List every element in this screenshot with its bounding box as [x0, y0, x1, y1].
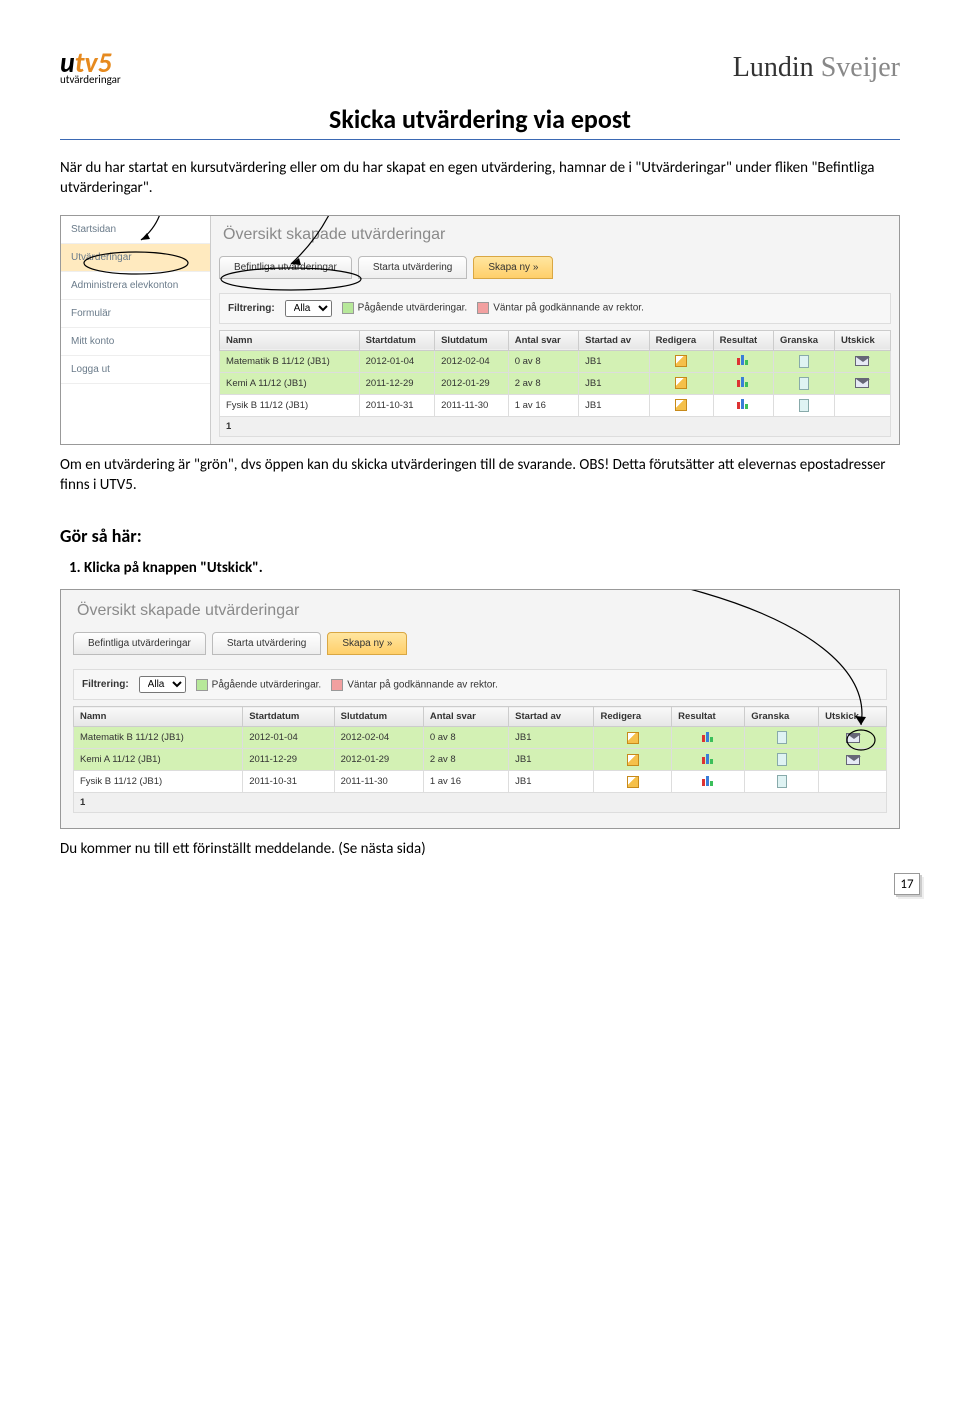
page-title: Skicka utvärdering via epost [60, 103, 900, 135]
sidebar-item-startsidan[interactable]: Startsidan [61, 216, 210, 244]
sidebar: Startsidan Utvärderingar Administrera el… [61, 216, 211, 444]
edit-icon[interactable] [675, 355, 687, 367]
chart-icon [701, 776, 715, 788]
chart-icon [736, 355, 750, 367]
filter-select-2[interactable]: Alla [139, 676, 186, 693]
doc-icon[interactable] [799, 355, 809, 368]
paragraph-next: Du kommer nu till ett förinställt meddel… [60, 839, 900, 859]
paragraph-green: Om en utvärdering är "grön", dvs öppen k… [60, 455, 900, 496]
sidebar-item-loggaut[interactable]: Logga ut [61, 356, 210, 384]
filter-bar-2: Filtrering: Alla Pågående utvärderingar.… [73, 669, 887, 700]
table-row: Matematik B 11/12 (JB1)2012-01-042012-02… [220, 350, 891, 372]
step-1: Klicka på knappen "Utskick". [84, 559, 900, 577]
table-row: Kemi A 11/12 (JB1)2011-12-292012-01-292 … [220, 372, 891, 394]
tab-starta-2[interactable]: Starta utvärdering [212, 632, 322, 655]
table-row: Matematik B 11/12 (JB1)2012-01-042012-02… [74, 727, 887, 749]
subheading-gor-sa-har: Gör så här: [60, 525, 900, 547]
doc-icon[interactable] [777, 731, 787, 744]
table-row: Kemi A 11/12 (JB1)2011-12-292012-01-292 … [74, 749, 887, 771]
swatch-red-icon [477, 302, 489, 314]
filter-bar: Filtrering: Alla Pågående utvärderingar.… [219, 293, 891, 324]
edit-icon[interactable] [627, 754, 639, 766]
panel-title-2: Översikt skapade utvärderingar [77, 602, 883, 620]
chart-icon [736, 377, 750, 389]
filter-select[interactable]: Alla [285, 300, 332, 317]
sidebar-item-utvarderingar[interactable]: Utvärderingar [61, 244, 210, 272]
chart-icon [701, 754, 715, 766]
evaluations-table: Namn Startdatum Slutdatum Antal svar Sta… [219, 330, 891, 437]
logo-lundin-sveijer: Lundin Sveijer [733, 52, 900, 84]
tab-befintliga-2[interactable]: Befintliga utvärderingar [73, 632, 206, 655]
swatch-green-icon [342, 302, 354, 314]
sidebar-item-formular[interactable]: Formulär [61, 300, 210, 328]
edit-icon[interactable] [675, 399, 687, 411]
swatch-red-icon [331, 679, 343, 691]
tab-starta[interactable]: Starta utvärdering [358, 256, 468, 279]
intro-paragraph: När du har startat en kursutvärdering el… [60, 158, 900, 199]
mail-icon[interactable] [855, 378, 869, 388]
logo-utv5: utv5 utvärderingar [60, 50, 121, 85]
doc-icon[interactable] [799, 399, 809, 412]
table-row: Fysik B 11/12 (JB1)2011-10-312011-11-301… [74, 771, 887, 793]
doc-icon[interactable] [799, 377, 809, 390]
tab-befintliga[interactable]: Befintliga utvärderingar [219, 256, 352, 279]
mail-icon[interactable] [846, 733, 860, 743]
edit-icon[interactable] [627, 732, 639, 744]
doc-icon[interactable] [777, 775, 787, 788]
evaluations-table-2: Namn Startdatum Slutdatum Antal svar Sta… [73, 706, 887, 813]
mail-icon[interactable] [846, 755, 860, 765]
sidebar-item-mittkonto[interactable]: Mitt konto [61, 328, 210, 356]
title-rule [60, 139, 900, 140]
table-row: Fysik B 11/12 (JB1)2011-10-312011-11-301… [220, 394, 891, 416]
chart-icon [701, 732, 715, 744]
panel-title: Översikt skapade utvärderingar [223, 226, 887, 244]
mail-icon[interactable] [855, 356, 869, 366]
swatch-green-icon [196, 679, 208, 691]
table-footer: 1 [220, 416, 891, 436]
table-footer: 1 [74, 793, 887, 813]
tab-skapa-ny[interactable]: Skapa ny » [473, 256, 553, 279]
tab-skapa-ny-2[interactable]: Skapa ny » [327, 632, 407, 655]
edit-icon[interactable] [675, 377, 687, 389]
screenshot-1: Startsidan Utvärderingar Administrera el… [60, 215, 900, 445]
sidebar-item-admin[interactable]: Administrera elevkonton [61, 272, 210, 300]
edit-icon[interactable] [627, 776, 639, 788]
chart-icon [736, 399, 750, 411]
doc-icon[interactable] [777, 753, 787, 766]
screenshot-2: Översikt skapade utvärderingar Befintlig… [60, 589, 900, 829]
page-number: 17 [894, 873, 920, 895]
